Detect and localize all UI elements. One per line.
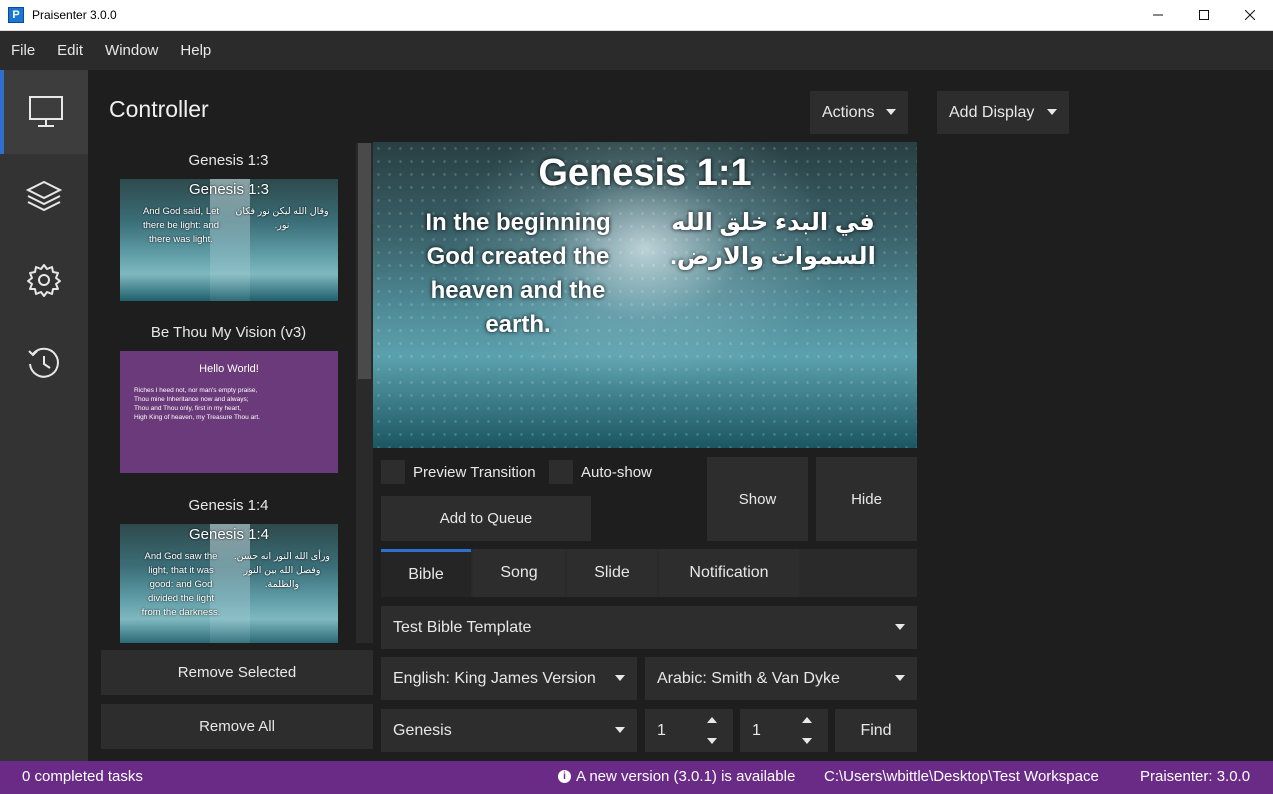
nav-history[interactable] (0, 322, 88, 406)
chapter-stepper[interactable]: 1 (645, 709, 733, 752)
actions-dropdown[interactable]: Actions (810, 91, 908, 134)
book-select[interactable]: Genesis (381, 709, 637, 752)
add-to-queue-button[interactable]: Add to Queue (381, 496, 591, 541)
controller-panel: Controller Actions Add Display Genesis 1… (88, 70, 1273, 761)
minimize-button[interactable] (1135, 0, 1181, 30)
update-text: A new version (3.0.1) is available (576, 768, 796, 785)
close-button[interactable] (1227, 0, 1273, 30)
chevron-down-icon[interactable] (802, 738, 812, 744)
update-notice[interactable]: i A new version (3.0.1) is available (558, 768, 795, 785)
book-value: Genesis (393, 721, 452, 739)
template-value: Test Bible Template (393, 618, 532, 636)
tab-notification[interactable]: Notification (659, 549, 799, 597)
nav-library[interactable] (0, 154, 88, 238)
queue-item[interactable]: Genesis 1:3 Genesis 1:3 And God said, Le… (101, 149, 356, 301)
template-select[interactable]: Test Bible Template (381, 606, 917, 649)
auto-show-label: Auto-show (581, 463, 652, 481)
queue-item[interactable]: Genesis 1:4 Genesis 1:4 And God saw the … (101, 494, 356, 643)
preview-arabic-text: في البدء خلق الله السموات والارض. (670, 209, 876, 270)
nav-settings[interactable] (0, 238, 88, 322)
history-icon (28, 347, 59, 378)
gear-icon (27, 264, 61, 297)
chevron-up-icon[interactable] (802, 717, 812, 723)
side-nav (0, 70, 88, 761)
chapter-value: 1 (657, 721, 666, 739)
slide-preview: Genesis 1:1 In the beginning God created… (373, 142, 917, 448)
show-button[interactable]: Show (707, 457, 808, 541)
checkbox-box[interactable] (549, 460, 573, 484)
menu-window[interactable]: Window (94, 42, 169, 59)
window-title: Praisenter 3.0.0 (32, 8, 117, 22)
monitor-icon (29, 96, 63, 127)
preview-transition-label: Preview Transition (413, 463, 536, 481)
verse-stepper[interactable]: 1 (740, 709, 828, 752)
workspace-path: C:\Users\wbittle\Desktop\Test Workspace (824, 768, 1099, 785)
app-version: Praisenter: 3.0.0 (1140, 768, 1251, 785)
chevron-up-icon[interactable] (707, 717, 717, 723)
queue-item-title: Genesis 1:3 (188, 152, 269, 169)
tab-bible[interactable]: Bible (381, 549, 471, 597)
menu-bar: File Edit Window Help (0, 31, 1273, 70)
minimize-icon (1153, 14, 1163, 16)
thumbnail-english: And God saw the light, that it was good:… (141, 551, 221, 618)
layers-icon (26, 180, 62, 212)
queue-item-thumbnail: Genesis 1:4 And God saw the light, that … (120, 524, 338, 643)
secondary-translation-value: Arabic: Smith & Van Dyke (657, 669, 840, 687)
chevron-down-icon (895, 675, 905, 681)
queue-list[interactable]: Genesis 1:3 Genesis 1:3 And God said, Le… (101, 143, 373, 643)
queue-scrollbar[interactable] (356, 143, 373, 643)
preview-title: Genesis 1:1 (538, 152, 752, 194)
add-display-dropdown[interactable]: Add Display (937, 91, 1069, 134)
menu-edit[interactable]: Edit (46, 42, 94, 59)
chevron-down-icon (1047, 109, 1057, 115)
find-button[interactable]: Find (835, 709, 917, 752)
title-bar: P Praisenter 3.0.0 (0, 0, 1273, 31)
actions-label: Actions (822, 103, 875, 121)
menu-help[interactable]: Help (169, 42, 222, 59)
nav-controller[interactable] (0, 70, 88, 154)
chevron-down-icon (615, 727, 625, 733)
remove-selected-button[interactable]: Remove Selected (101, 650, 373, 695)
close-icon (1245, 10, 1255, 20)
status-bar: 0 completed tasks i A new version (3.0.1… (0, 761, 1273, 794)
scrollbar-thumb[interactable] (358, 143, 371, 379)
primary-translation-select[interactable]: English: King James Version (381, 657, 637, 700)
thumbnail-lyrics: Riches I heed not, nor man's empty prais… (134, 387, 260, 421)
preview-english-text: In the beginning God created the heaven … (425, 209, 611, 338)
auto-show-checkbox[interactable]: Auto-show (549, 460, 652, 484)
checkbox-box[interactable] (381, 460, 405, 484)
queue-item[interactable]: Be Thou My Vision (v3) Hello World! Rich… (101, 321, 356, 473)
tab-slide[interactable]: Slide (567, 549, 657, 597)
chevron-down-icon (886, 109, 896, 115)
preview-transition-checkbox[interactable]: Preview Transition (381, 460, 536, 484)
page-title: Controller (109, 96, 209, 122)
verse-value: 1 (752, 721, 761, 739)
menu-file[interactable]: File (0, 42, 46, 59)
primary-translation-value: English: King James Version (393, 669, 596, 687)
maximize-button[interactable] (1181, 0, 1227, 30)
thumbnail-title: Hello World! (199, 363, 259, 375)
thumbnail-arabic: وقال الله ليكن نور فكان نور. (235, 206, 329, 231)
thumbnail-title: Genesis 1:3 (188, 181, 270, 198)
secondary-translation-select[interactable]: Arabic: Smith & Van Dyke (645, 657, 917, 700)
task-status[interactable]: 0 completed tasks (22, 768, 143, 785)
content-tabs: Bible Song Slide Notification (381, 549, 917, 597)
thumbnail-title: Genesis 1:4 (188, 526, 270, 543)
remove-all-button[interactable]: Remove All (101, 704, 373, 749)
chevron-down-icon[interactable] (707, 738, 717, 744)
queue-item-thumbnail: Hello World! Riches I heed not, nor man'… (120, 351, 338, 473)
queue-item-title: Be Thou My Vision (v3) (150, 324, 307, 341)
hide-button[interactable]: Hide (816, 457, 917, 541)
thumbnail-arabic: ورأى الله النور انه حسن. وفصل الله بين ا… (233, 551, 331, 590)
chevron-down-icon (895, 624, 905, 630)
tab-song[interactable]: Song (473, 549, 565, 597)
chevron-down-icon (615, 675, 625, 681)
queue-item-thumbnail: Genesis 1:3 And God said, Let there be l… (120, 179, 338, 301)
app-icon: P (8, 7, 24, 23)
info-icon: i (558, 770, 571, 783)
add-display-label: Add Display (949, 103, 1035, 121)
maximize-icon (1199, 10, 1209, 20)
thumbnail-english: And God said, Let there be light: and th… (142, 206, 220, 245)
queue-item-title: Genesis 1:4 (188, 497, 269, 514)
